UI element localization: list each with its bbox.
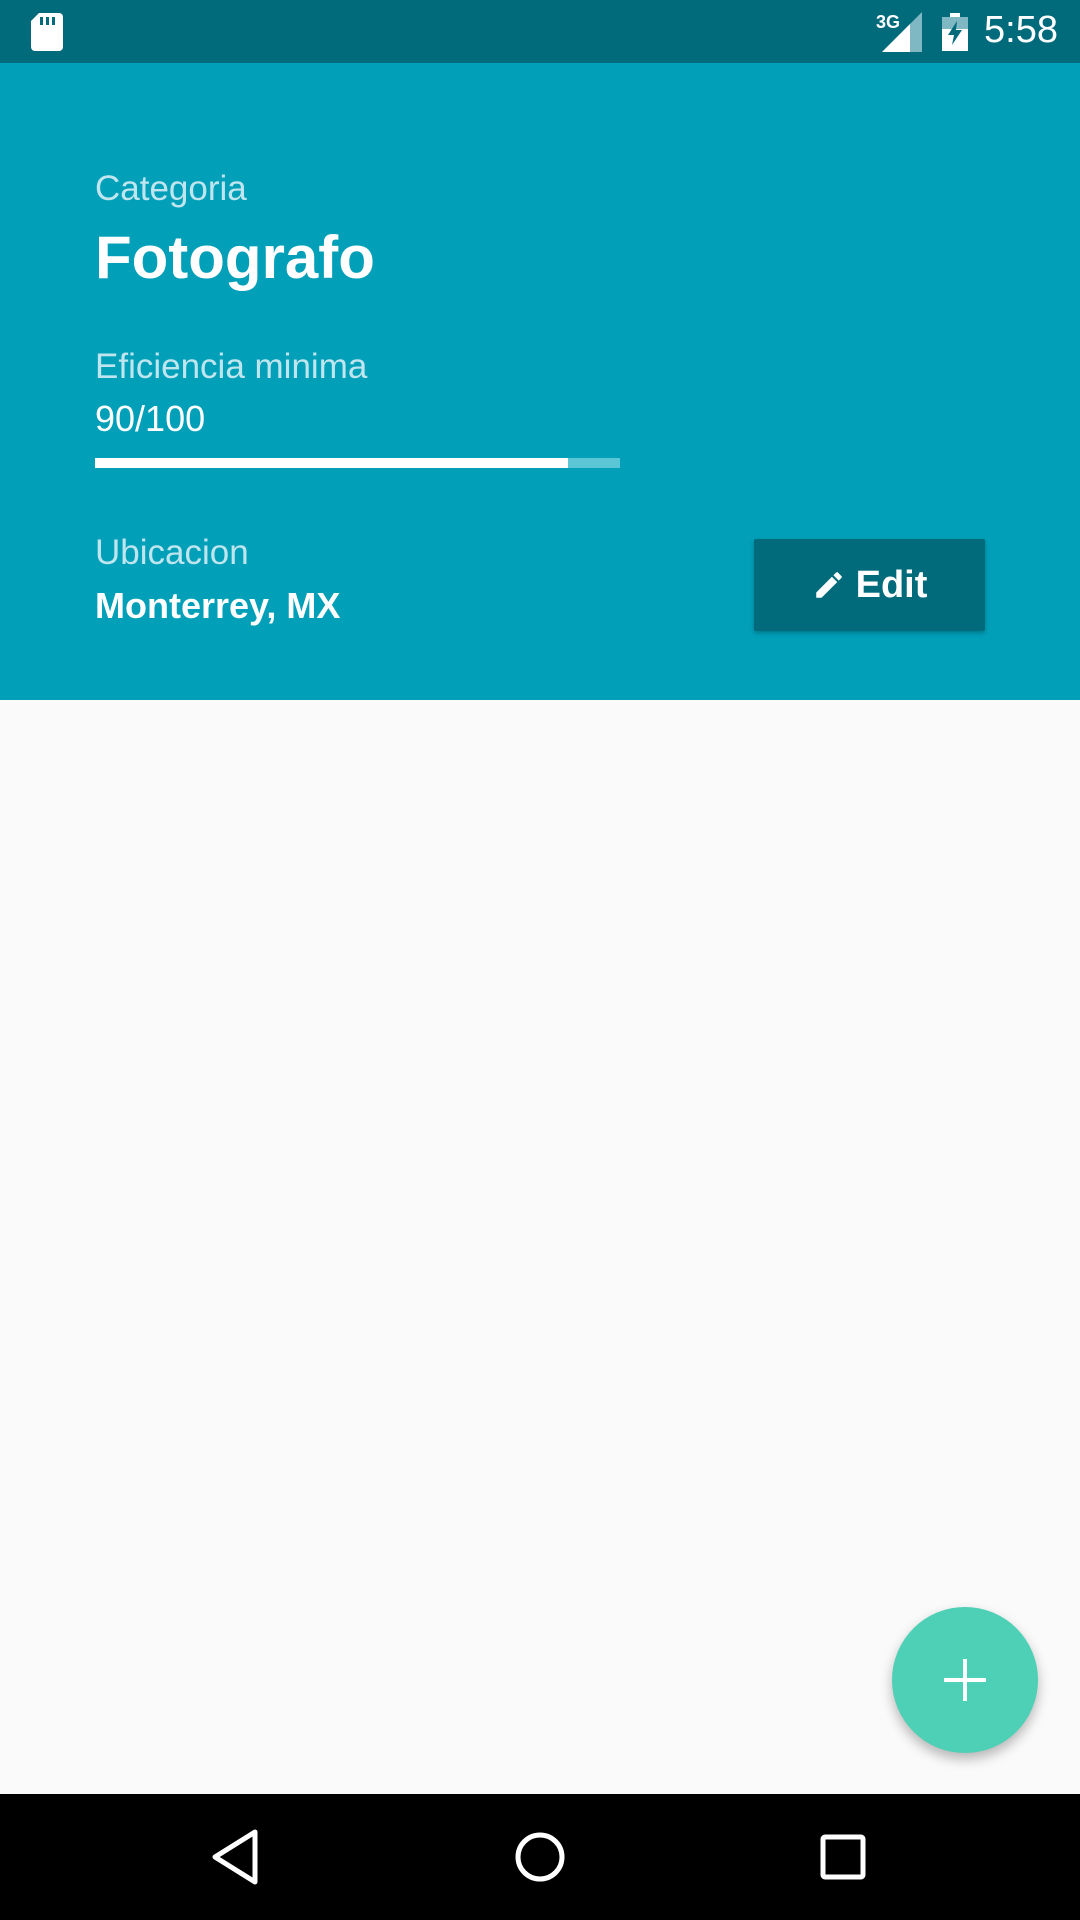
efficiency-label: Eficiencia minima [95,347,368,386]
efficiency-progress-fill [95,458,568,468]
job-header-card: Categoria Fotografo Eficiencia minima 90… [0,63,1080,700]
location-value: Monterrey, MX [95,585,341,626]
pencil-icon [815,572,842,598]
category-value: Fotografo [95,224,375,291]
recents-icon[interactable] [810,1824,876,1890]
signal-icon [882,12,922,52]
status-bar: 3G 5:58 [0,0,1080,63]
plus-icon [944,1659,986,1701]
category-label: Categoria [95,169,247,208]
navigation-bar [0,1794,1080,1920]
sd-card-icon [31,13,63,51]
battery-charging-icon [942,13,968,51]
clock: 5:58 [984,9,1058,51]
add-fab-button[interactable] [892,1607,1038,1753]
edit-button-label: Edit [855,563,928,606]
home-icon[interactable] [507,1824,573,1890]
edit-button[interactable]: Edit [754,539,985,631]
efficiency-progress-bar [95,458,620,468]
efficiency-value: 90/100 [95,398,206,439]
location-label: Ubicacion [95,533,249,572]
back-icon[interactable] [203,1824,269,1890]
